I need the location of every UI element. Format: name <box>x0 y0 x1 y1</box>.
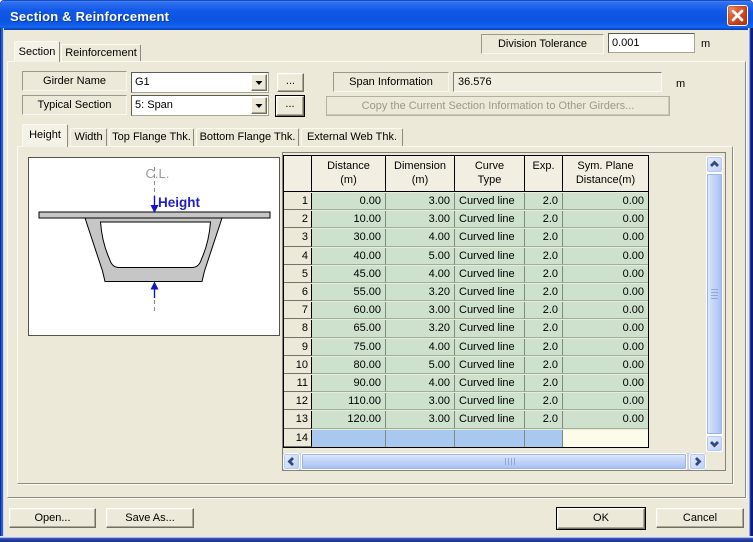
svg-text:C.L.: C.L. <box>146 166 170 181</box>
svg-text:Height: Height <box>158 195 201 210</box>
